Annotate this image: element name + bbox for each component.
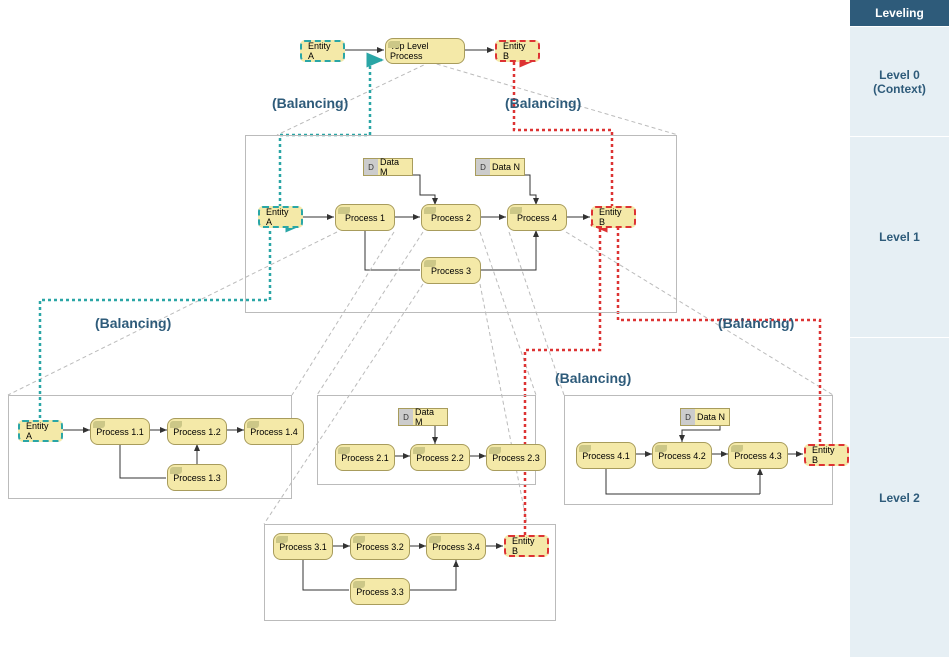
entity-b-l0: Entity B: [495, 40, 540, 62]
balancing-label-2: (Balancing): [505, 95, 581, 111]
level2-g1-container: [8, 395, 292, 499]
process-4-3: Process 4.3: [728, 442, 788, 469]
process-4: Process 4: [507, 204, 567, 231]
entity-label: Entity B: [512, 536, 541, 556]
process-1: Process 1: [335, 204, 395, 231]
process-1-3: Process 1.3: [167, 464, 227, 491]
process-label: Process 2.3: [492, 453, 540, 463]
process-1-1: Process 1.1: [90, 418, 150, 445]
datastore-label: Data M: [415, 407, 443, 427]
data-n-l2: Data N: [680, 408, 730, 426]
process-label: Process 3.3: [356, 587, 404, 597]
entity-b-l1: Entity B: [591, 206, 636, 228]
process-3: Process 3: [421, 257, 481, 284]
process-label: Process 3.1: [279, 542, 327, 552]
datastore-label: Data N: [697, 412, 725, 422]
entity-b-l2-g4: Entity B: [804, 444, 849, 466]
sidebar: Leveling Level 0 (Context) Level 1 Level…: [850, 0, 949, 660]
process-4-1: Process 4.1: [576, 442, 636, 469]
entity-label: Entity A: [26, 421, 55, 441]
entity-label: Entity B: [503, 41, 532, 61]
data-n-l1: Data N: [475, 158, 525, 176]
process-label: Process 1.1: [96, 427, 144, 437]
process-4-2: Process 4.2: [652, 442, 712, 469]
datastore-label: Data M: [380, 157, 408, 177]
entity-label: Entity B: [599, 207, 628, 227]
entity-label: Entity A: [266, 207, 295, 227]
process-label: Process 3.2: [356, 542, 404, 552]
process-label: Process 1.2: [173, 427, 221, 437]
process-2-3: Process 2.3: [486, 444, 546, 471]
process-1-4: Process 1.4: [244, 418, 304, 445]
process-label: Process 1.4: [250, 427, 298, 437]
entity-b-l2-g3: Entity B: [504, 535, 549, 557]
process-1-2: Process 1.2: [167, 418, 227, 445]
process-label: Process 3.4: [432, 542, 480, 552]
process-label: Process 1: [345, 213, 385, 223]
data-m-l1: Data M: [363, 158, 413, 176]
process-label: Process 2.2: [416, 453, 464, 463]
sidebar-level-label: Level 2: [879, 491, 920, 505]
process-3-3: Process 3.3: [350, 578, 410, 605]
process-3-1: Process 3.1: [273, 533, 333, 560]
entity-label: Entity B: [812, 445, 841, 465]
process-label: Process 4.2: [658, 451, 706, 461]
process-label: Process 1.3: [173, 473, 221, 483]
process-3-4: Process 3.4: [426, 533, 486, 560]
sidebar-level-2: Level 2: [850, 337, 949, 657]
sidebar-header: Leveling: [850, 0, 949, 26]
balancing-label-5: (Balancing): [555, 370, 631, 386]
balancing-label-4: (Balancing): [718, 315, 794, 331]
data-m-l2: Data M: [398, 408, 448, 426]
entity-label: Entity A: [308, 41, 337, 61]
balancing-label-3: (Balancing): [95, 315, 171, 331]
sidebar-level-label: Level 0 (Context): [873, 68, 926, 96]
process-label: Process 2.1: [341, 453, 389, 463]
process-3-2: Process 3.2: [350, 533, 410, 560]
process-2-2: Process 2.2: [410, 444, 470, 471]
balancing-label-1: (Balancing): [272, 95, 348, 111]
entity-a-l0: Entity A: [300, 40, 345, 62]
process-label: Process 4.1: [582, 451, 630, 461]
process-label: Process 4.3: [734, 451, 782, 461]
entity-a-l1: Entity A: [258, 206, 303, 228]
process-2: Process 2: [421, 204, 481, 231]
process-label: Process 4: [517, 213, 557, 223]
top-level-process: Top Level Process: [385, 38, 465, 64]
process-label: Process 3: [431, 266, 471, 276]
sidebar-level-0: Level 0 (Context): [850, 26, 949, 136]
process-label: Top Level Process: [390, 41, 460, 61]
process-label: Process 2: [431, 213, 471, 223]
entity-a-l2: Entity A: [18, 420, 63, 442]
datastore-label: Data N: [492, 162, 520, 172]
process-2-1: Process 2.1: [335, 444, 395, 471]
sidebar-level-1: Level 1: [850, 136, 949, 337]
sidebar-level-label: Level 1: [879, 230, 920, 244]
